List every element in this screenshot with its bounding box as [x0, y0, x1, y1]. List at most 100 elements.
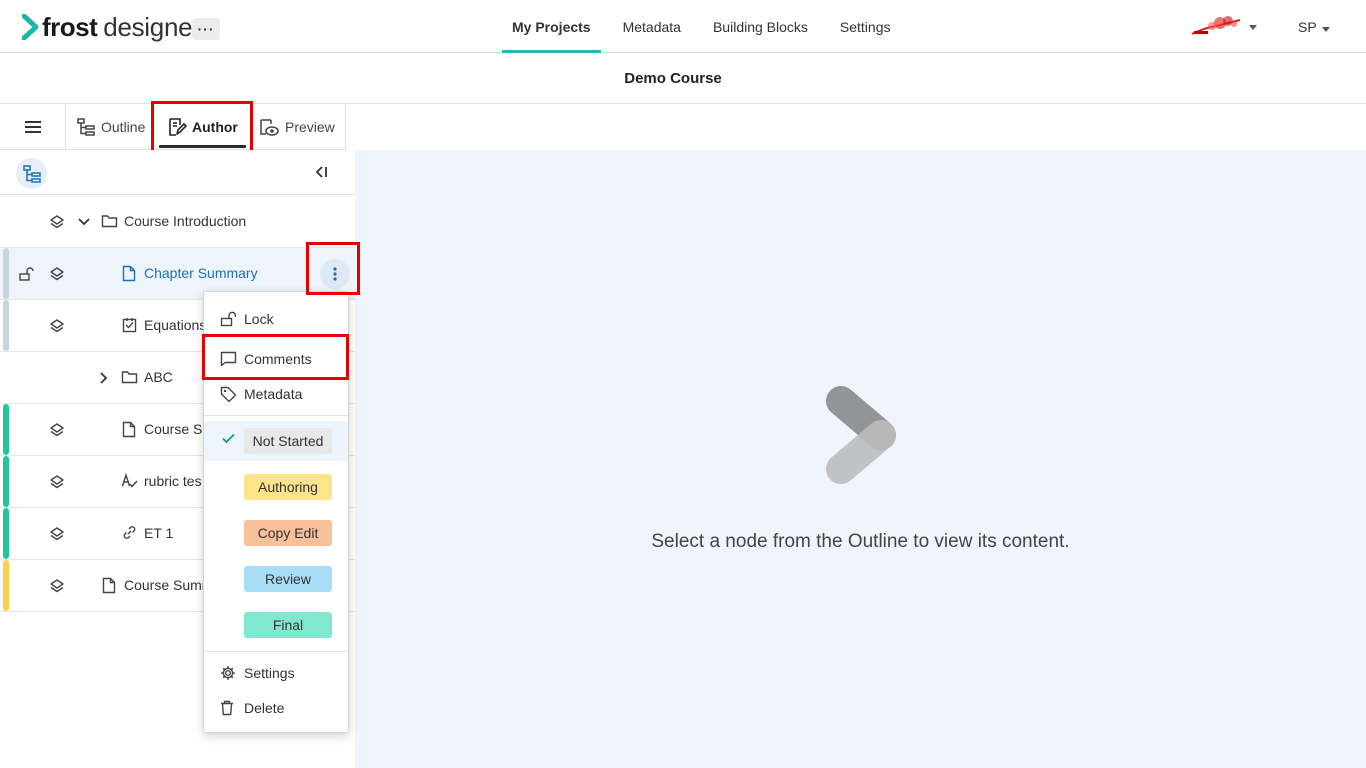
- nav-metadata[interactable]: Metadata: [613, 0, 691, 53]
- status-indicator: [3, 300, 9, 351]
- status-pill: Not Started: [244, 428, 332, 454]
- outline-row-label: rubric tes: [144, 473, 202, 489]
- status-pill: Final: [244, 612, 332, 638]
- folder-icon: [121, 371, 138, 384]
- layers-icon[interactable]: [49, 214, 65, 230]
- layers-icon[interactable]: [49, 422, 65, 438]
- gear-icon: [221, 666, 235, 680]
- tab-outline-label: Outline: [101, 119, 146, 135]
- logo-chevron-icon: [22, 14, 39, 40]
- row-actions-button[interactable]: [320, 259, 350, 289]
- tree-icon: [22, 164, 41, 183]
- outline-tree-toggle-button[interactable]: [16, 158, 47, 189]
- page-icon: [122, 421, 136, 438]
- tag-icon: [220, 386, 237, 402]
- menu-item-delete[interactable]: Delete: [204, 693, 348, 723]
- menu-item-label: Lock: [244, 311, 274, 327]
- layers-icon[interactable]: [49, 266, 65, 282]
- layers-icon[interactable]: [49, 526, 65, 542]
- outline-row-label: Chapter Summary: [144, 265, 258, 281]
- page-icon: [102, 577, 116, 594]
- org-dropdown-caret-icon[interactable]: [1249, 25, 1257, 30]
- outline-row-label: ABC: [144, 369, 173, 385]
- status-indicator: [3, 508, 9, 559]
- preview-eye-icon: [260, 119, 279, 136]
- status-pill: Copy Edit: [244, 520, 332, 546]
- menu-item-label: Metadata: [244, 386, 303, 402]
- folder-icon: [101, 215, 118, 228]
- page-icon: [122, 265, 136, 282]
- menu-item-label: Settings: [244, 665, 295, 681]
- nav-settings[interactable]: Settings: [830, 0, 901, 53]
- trash-icon: [221, 700, 233, 716]
- user-dropdown-caret-icon[interactable]: [1322, 27, 1330, 32]
- status-option-not-started[interactable]: Not Started: [204, 421, 348, 461]
- hamburger-menu-button[interactable]: [0, 104, 66, 150]
- rubric-icon: [121, 473, 138, 488]
- link-icon: [123, 526, 136, 539]
- checklist-icon: [122, 318, 137, 333]
- status-indicator: [3, 560, 9, 611]
- checkmark-icon: [222, 433, 235, 444]
- status-pill: Review: [244, 566, 332, 592]
- tab-outline[interactable]: Outline: [76, 104, 145, 150]
- outline-row-label: Course Su: [144, 421, 211, 437]
- hamburger-icon: [24, 121, 41, 133]
- menu-item-settings[interactable]: Settings: [204, 658, 348, 688]
- unlock-icon[interactable]: [18, 266, 34, 282]
- status-option-review[interactable]: Review: [204, 559, 348, 599]
- menu-item-lock[interactable]: Lock: [204, 304, 348, 334]
- chevron-down-icon[interactable]: [77, 215, 91, 229]
- status-indicator: [3, 248, 9, 299]
- frost-chevron-placeholder-icon: [826, 386, 896, 484]
- course-title: Demo Course: [624, 70, 722, 87]
- outline-header: [0, 150, 355, 195]
- organization-logo-icon[interactable]: [1190, 14, 1242, 38]
- status-option-authoring[interactable]: Authoring: [204, 467, 348, 507]
- menu-divider: [204, 415, 348, 416]
- kebab-menu-icon: [333, 267, 337, 281]
- outline-row-label: Course Introduction: [124, 213, 247, 229]
- logo-text-primary: frost: [42, 11, 98, 42]
- user-menu[interactable]: SP: [1298, 19, 1317, 35]
- collapse-left-icon: [315, 166, 327, 178]
- frost-designer-logo[interactable]: frost designer: [22, 11, 201, 42]
- menu-item-comments[interactable]: Comments: [204, 344, 348, 374]
- outline-row-course-introduction[interactable]: Course Introduction: [0, 196, 355, 248]
- row-context-menu: Lock Comments Metadata Not Started Autho…: [203, 291, 349, 733]
- course-title-bar: Demo Course: [0, 54, 1366, 104]
- outline-row-label: ET 1: [144, 525, 174, 541]
- comment-icon: [220, 351, 237, 367]
- menu-divider: [204, 651, 348, 652]
- collapse-sidebar-button[interactable]: [313, 164, 329, 184]
- layers-icon[interactable]: [49, 474, 65, 490]
- layers-icon[interactable]: [49, 578, 65, 594]
- tab-author[interactable]: Author: [157, 104, 248, 150]
- chevron-right-icon[interactable]: [97, 371, 111, 385]
- top-navbar: frost designer ··· My Projects Metadata …: [0, 0, 1366, 53]
- menu-item-metadata[interactable]: Metadata: [204, 379, 348, 409]
- view-tabbar: Outline Author Preview: [0, 104, 346, 150]
- empty-state-message: Select a node from the Outline to view i…: [651, 531, 1070, 552]
- unlock-icon: [220, 311, 237, 327]
- tab-preview[interactable]: Preview: [258, 104, 335, 150]
- status-option-final[interactable]: Final: [204, 605, 348, 645]
- more-options-button[interactable]: ···: [192, 18, 220, 40]
- layers-icon[interactable]: [49, 318, 65, 334]
- author-edit-icon: [169, 118, 187, 136]
- main-nav: My Projects Metadata Building Blocks Set…: [502, 0, 913, 53]
- nav-building-blocks[interactable]: Building Blocks: [703, 0, 818, 53]
- outline-row-label: Equations: [144, 317, 207, 333]
- content-area: Select a node from the Outline to view i…: [355, 150, 1366, 768]
- logo-text-secondary: designer: [103, 11, 201, 42]
- nav-my-projects[interactable]: My Projects: [502, 0, 601, 53]
- tab-author-label: Author: [192, 119, 238, 135]
- tab-preview-label: Preview: [285, 119, 335, 135]
- status-option-copy-edit[interactable]: Copy Edit: [204, 513, 348, 553]
- status-indicator: [3, 456, 9, 507]
- status-pill: Authoring: [244, 474, 332, 500]
- outline-tree-icon: [77, 118, 95, 136]
- outline-row-label: Course Summ: [124, 577, 214, 593]
- menu-item-label: Comments: [244, 351, 312, 367]
- status-indicator: [3, 404, 9, 455]
